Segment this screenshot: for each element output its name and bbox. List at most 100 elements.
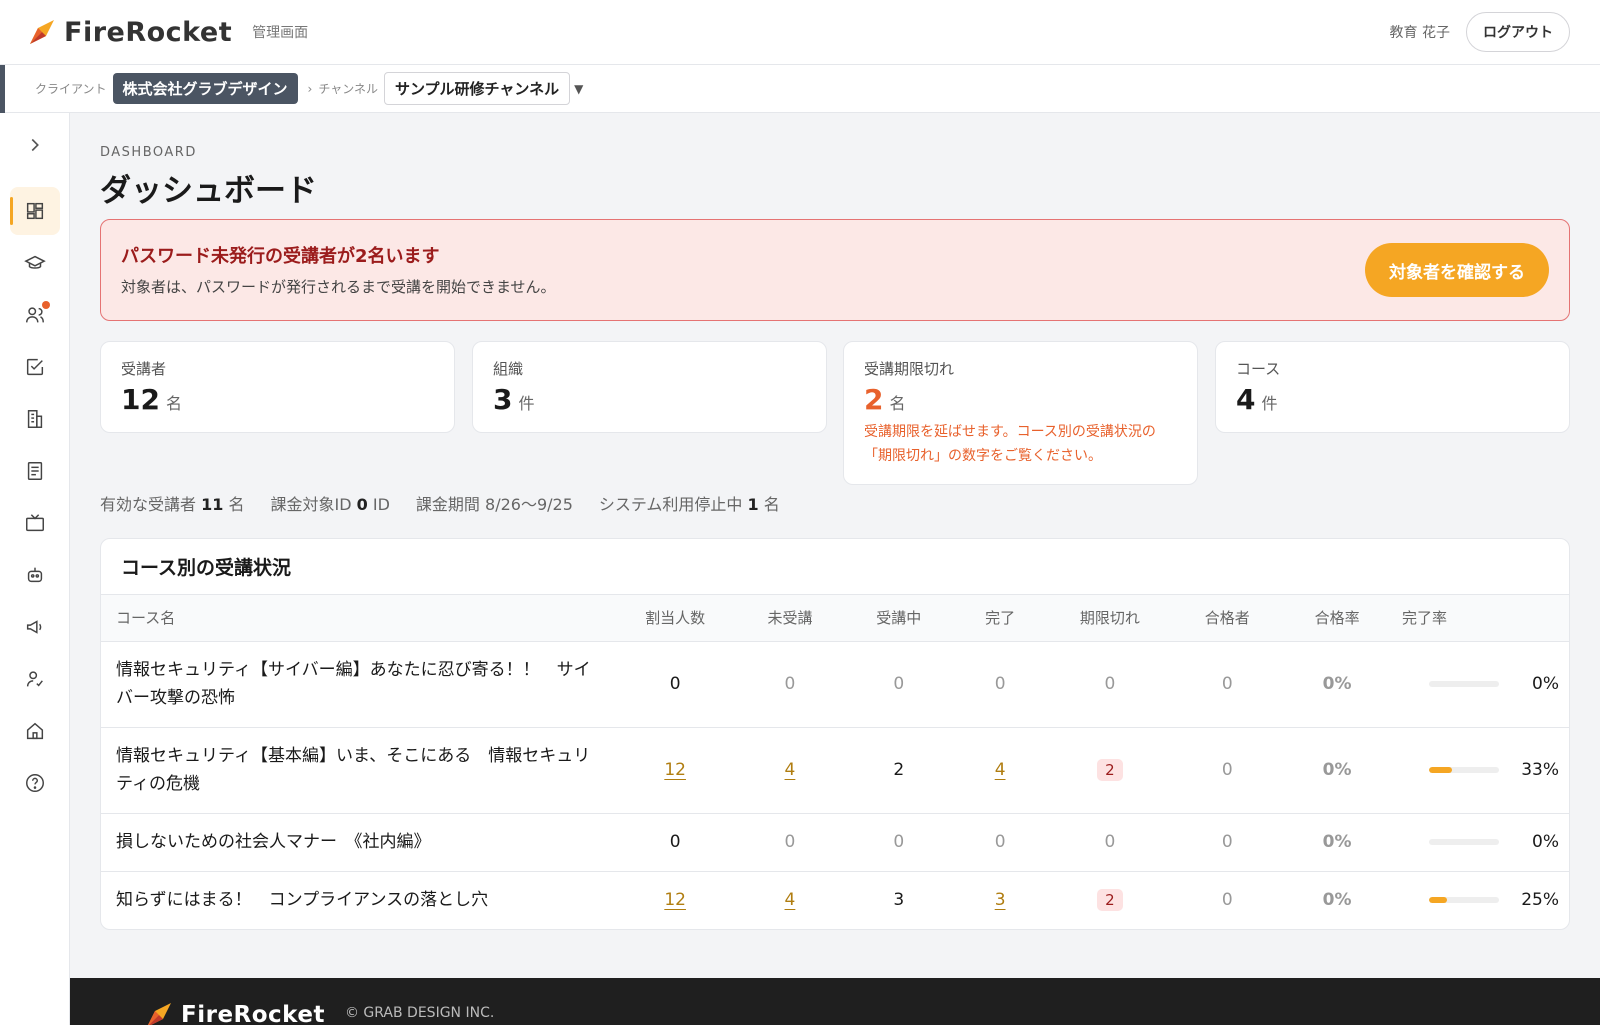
completed-count[interactable]: 4 <box>953 727 1048 813</box>
assigned-count[interactable]: 12 <box>615 727 735 813</box>
header-course[interactable]: コース名 <box>101 595 615 641</box>
footer-logo: FireRocket <box>145 1001 325 1025</box>
not-started-count[interactable]: 4 <box>735 871 845 929</box>
header-passed[interactable]: 合格者 <box>1172 595 1282 641</box>
check-square-icon <box>26 358 44 376</box>
completion-progress-bar <box>1429 767 1499 773</box>
stat-value: 12 <box>121 383 160 416</box>
completed-count: 0 <box>994 832 1006 852</box>
client-badge[interactable]: 株式会社グラブデザイン <box>112 73 298 104</box>
pass-rate: 0% <box>1322 760 1352 780</box>
sidebar-item-user-check[interactable] <box>10 655 60 703</box>
stat-unit: 件 <box>1261 394 1278 413</box>
caret-down-icon[interactable]: ▼ <box>574 82 583 96</box>
context-accent <box>0 64 5 113</box>
expired-count[interactable]: 2 <box>1048 871 1173 929</box>
sidebar-item-help[interactable] <box>10 759 60 807</box>
header-pass-rate[interactable]: 合格率 <box>1282 595 1392 641</box>
sidebar-item-dashboard[interactable] <box>10 187 60 235</box>
header-completion-rate[interactable]: 完了率 <box>1392 595 1569 641</box>
header-assigned[interactable]: 割当人数 <box>615 595 735 641</box>
check-targets-button[interactable]: 対象者を確認する <box>1365 243 1549 297</box>
table-row[interactable]: 情報セキュリティ【サイバー編】あなたに忍び寄る！！ サイバー攻撃の恐怖 0 0 … <box>101 641 1569 727</box>
header-expired[interactable]: 期限切れ <box>1048 595 1173 641</box>
rocket-logo-icon <box>30 20 54 44</box>
sidebar-item-courses[interactable] <box>10 239 60 287</box>
course-status-table: コース名 割当人数 未受講 受講中 完了 期限切れ 合格者 合格率 完了率 情報… <box>101 595 1569 929</box>
course-name[interactable]: 知らずにはまる！ コンプライアンスの落とし穴 <box>101 871 615 929</box>
not-started-link[interactable]: 4 <box>785 760 796 780</box>
sidebar-item-books[interactable] <box>10 447 60 495</box>
header-not-started[interactable]: 未受講 <box>735 595 845 641</box>
sidebar-item-videos[interactable] <box>10 499 60 547</box>
header-completed[interactable]: 完了 <box>953 595 1048 641</box>
rocket-logo-icon <box>148 1003 171 1025</box>
client-label: クライアント <box>35 82 107 96</box>
expired-count[interactable]: 2 <box>1048 727 1173 813</box>
not-started-count[interactable]: 4 <box>735 727 845 813</box>
completed-count[interactable]: 3 <box>953 871 1048 929</box>
graduation-cap-icon <box>24 255 46 269</box>
megaphone-icon <box>26 620 42 634</box>
course-status-title: コース別の受講状況 <box>101 539 1569 595</box>
stat-value: 4 <box>1236 383 1256 416</box>
expired-badge[interactable]: 2 <box>1097 889 1123 912</box>
home-icon <box>26 722 44 740</box>
channel-select[interactable]: サンプル研修チャンネル <box>384 72 571 105</box>
logout-button[interactable]: ログアウト <box>1466 12 1570 52</box>
stat-unit: 件 <box>518 394 535 413</box>
sidebar-item-tasks[interactable] <box>10 343 60 391</box>
sidebar-item-home[interactable] <box>10 707 60 755</box>
completed-count: 0 <box>994 674 1006 694</box>
sidebar-item-bot[interactable] <box>10 551 60 599</box>
pass-rate: 0% <box>1322 674 1352 694</box>
pass-rate: 0% <box>1322 890 1352 911</box>
course-name[interactable]: 情報セキュリティ【サイバー編】あなたに忍び寄る！！ サイバー攻撃の恐怖 <box>101 641 615 727</box>
assigned-link[interactable]: 12 <box>664 890 686 910</box>
stat-card-courses[interactable]: コース 4件 <box>1215 341 1570 433</box>
completion-cell: 25% <box>1392 871 1569 929</box>
table-row[interactable]: 損しないための社会人マナー 《社内編》 0 0 0 0 0 0 0% 0% <box>101 813 1569 871</box>
completion-cell: 0% <box>1392 641 1569 727</box>
not-started-count: 0 <box>784 832 796 852</box>
not-started-link[interactable]: 4 <box>785 890 796 910</box>
billing-ids: 課金対象ID 0 ID <box>270 495 390 514</box>
alert-description: 対象者は、パスワードが発行されるまで受講を開始できません。 <box>121 278 556 296</box>
table-row[interactable]: 情報セキュリティ【基本編】いま、そこにある 情報セキュリティの危機 12 4 2… <box>101 727 1569 813</box>
active-learners: 有効な受講者 11 名 <box>100 495 245 514</box>
sidebar-item-announcements[interactable] <box>10 603 60 651</box>
stat-card-expired[interactable]: 受講期限切れ 2名 受講期限を延ばせます。コース別の受講状況の「期限切れ」の数字… <box>843 341 1198 485</box>
book-icon <box>27 462 43 480</box>
footer-logo-text: FireRocket <box>181 1002 325 1025</box>
app-logo[interactable]: FireRocket 管理画面 <box>28 17 308 48</box>
table-header-row: コース名 割当人数 未受講 受講中 完了 期限切れ 合格者 合格率 完了率 <box>101 595 1569 641</box>
expired-badge[interactable]: 2 <box>1097 759 1123 781</box>
sidebar-item-users[interactable] <box>10 291 60 339</box>
assigned-count[interactable]: 12 <box>615 871 735 929</box>
course-status-card: コース別の受講状況 コース名 割当人数 未受講 受講中 完了 期限切れ 合格者 … <box>100 538 1570 930</box>
stat-card-learners[interactable]: 受講者 12 名 <box>100 341 455 433</box>
course-name[interactable]: 損しないための社会人マナー 《社内編》 <box>101 813 615 871</box>
completion-rate: 0% <box>1532 832 1559 852</box>
stat-label: 組織 <box>493 360 524 378</box>
stat-card-organizations[interactable]: 組織 3件 <box>472 341 827 433</box>
completed-link[interactable]: 3 <box>995 890 1006 910</box>
completed-link[interactable]: 4 <box>995 760 1006 780</box>
page-title: ダッシュボード <box>100 173 317 209</box>
robot-icon <box>27 567 43 583</box>
user-check-icon <box>26 671 43 687</box>
sidebar-item-organizations[interactable] <box>10 395 60 443</box>
completion-rate: 33% <box>1521 760 1559 780</box>
table-row[interactable]: 知らずにはまる！ コンプライアンスの落とし穴 12 4 3 3 2 0 0% 2… <box>101 871 1569 929</box>
expired-count: 0 <box>1104 832 1116 852</box>
assigned-link[interactable]: 12 <box>664 760 686 780</box>
sidebar-expand-button[interactable] <box>10 121 60 169</box>
course-name[interactable]: 情報セキュリティ【基本編】いま、そこにある 情報セキュリティの危機 <box>101 727 615 813</box>
stat-value: 2 <box>864 383 884 416</box>
completion-progress-fill <box>1429 767 1453 773</box>
header-in-progress[interactable]: 受講中 <box>845 595 953 641</box>
completion-progress-bar <box>1429 839 1499 845</box>
alert-title: パスワード未発行の受講者が2名います <box>121 246 440 267</box>
in-progress-count: 3 <box>893 890 905 911</box>
tv-icon <box>26 514 44 532</box>
